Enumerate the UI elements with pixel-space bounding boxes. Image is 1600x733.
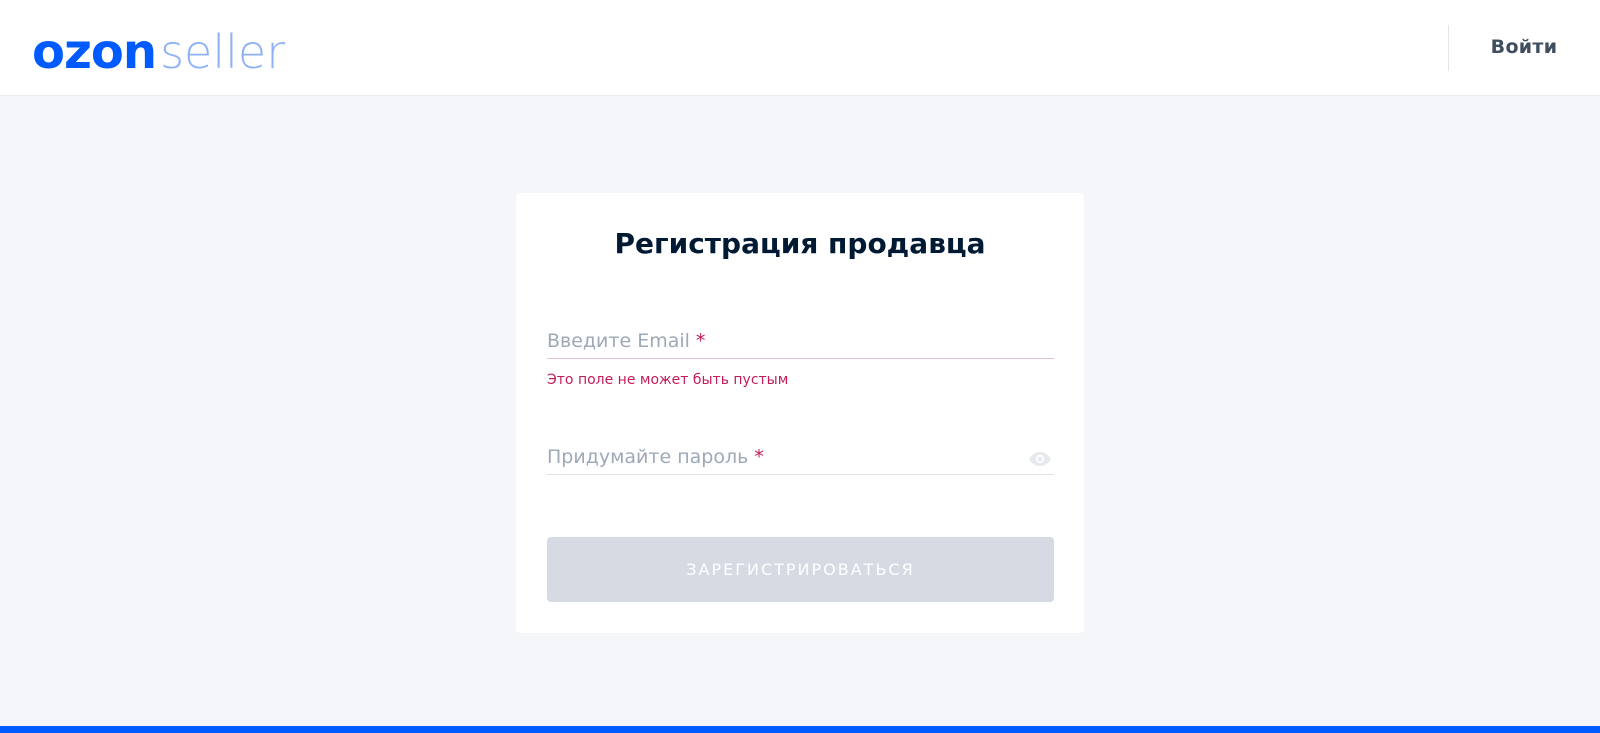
email-error-message: Это поле не может быть пустым <box>547 372 789 388</box>
register-button[interactable]: ЗАРЕГИСТРИРОВАТЬСЯ <box>547 537 1054 602</box>
eye-icon[interactable] <box>1028 451 1052 467</box>
registration-card: Регистрация продавца Введите Email * Это … <box>516 193 1084 633</box>
footer-accent-bar <box>0 726 1600 733</box>
password-field[interactable]: Придумайте пароль * <box>547 445 1054 475</box>
password-input[interactable] <box>547 445 1054 473</box>
ozon-seller-logo[interactable]: ozon seller <box>32 28 285 76</box>
page-title: Регистрация продавца <box>614 227 986 260</box>
email-input[interactable] <box>547 329 1054 357</box>
email-field[interactable]: Введите Email * <box>547 329 1054 359</box>
top-header: ozon seller Войти <box>0 0 1600 96</box>
logo-seller-text: seller <box>160 25 286 79</box>
logo-ozon-text: ozon <box>32 24 157 80</box>
login-link[interactable]: Войти <box>1448 36 1600 58</box>
